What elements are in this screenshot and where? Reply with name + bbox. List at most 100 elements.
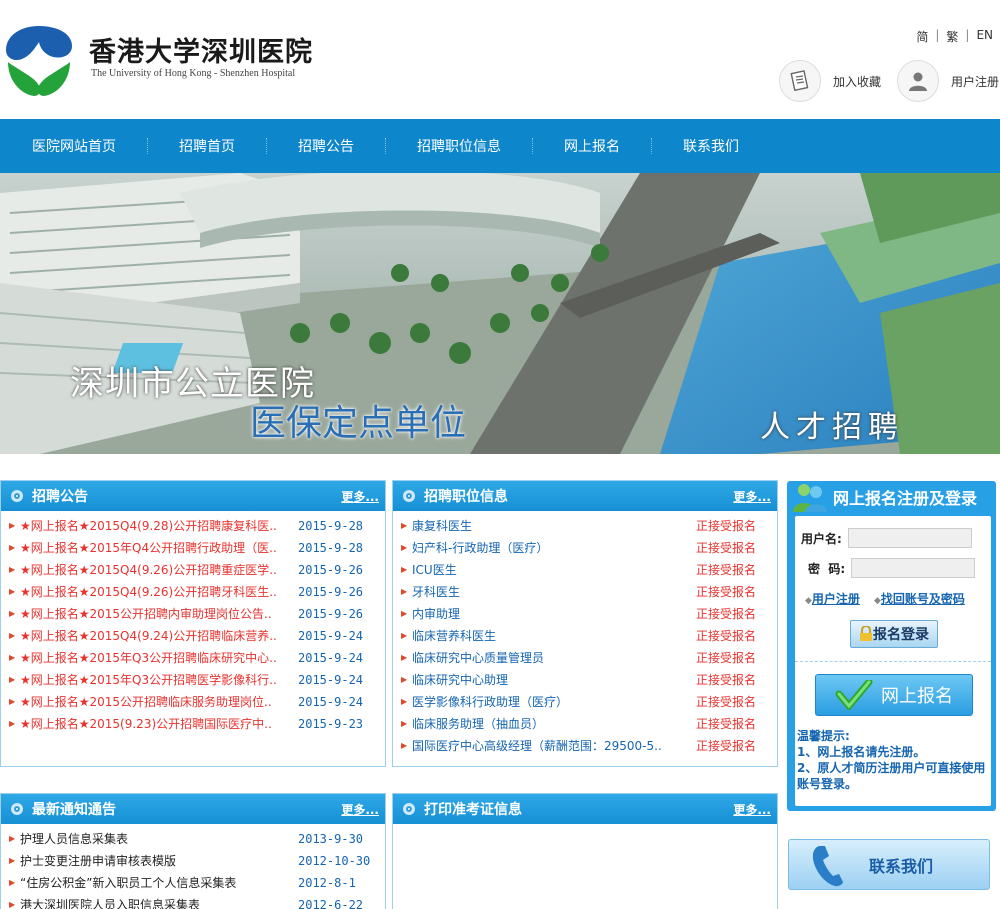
lang-english[interactable]: EN	[969, 28, 1000, 45]
list-item[interactable]: ▶ 港大深圳医院人员入职信息采集表 2012-6-22	[9, 894, 385, 909]
page: 香港大学深圳医院 The University of Hong Kong - S…	[0, 0, 1000, 909]
nav-online-apply[interactable]: 网上报名	[547, 136, 637, 156]
admission-header: 打印准考证信息 更多...	[393, 794, 777, 824]
list-item[interactable]: ▶ 临床研究中心助理 正接受报名	[401, 669, 777, 691]
list-item[interactable]: ▶ 国际医疗中心高级经理（薪酬范围：29500-5.. 正接受报名	[401, 735, 777, 757]
list-item[interactable]: ▶ ★网上报名★2015年Q3公开招聘临床研究中心.. 2015-9-24	[9, 647, 385, 669]
arrow-icon: ▶	[401, 653, 408, 662]
arrow-icon: ▶	[401, 521, 408, 530]
password-input[interactable]	[851, 558, 976, 578]
arrow-icon: ▶	[401, 719, 408, 728]
arrow-icon: ▶	[9, 834, 16, 843]
arrow-icon: ▶	[9, 587, 16, 596]
register-link[interactable]: 用户注册	[812, 592, 860, 606]
login-links: ◆用户注册 ◆找回账号及密码	[805, 590, 965, 607]
admission-more-link[interactable]: 更多...	[733, 801, 771, 818]
list-item[interactable]: ▶ 临床营养科医生 正接受报名	[401, 625, 777, 647]
arrow-icon: ▶	[401, 675, 408, 684]
contact-label: 联系我们	[869, 856, 934, 876]
announcements-header: 招聘公告 更多...	[1, 481, 385, 511]
recover-link[interactable]: 找回账号及密码	[881, 592, 965, 606]
arrow-icon: ▶	[401, 741, 408, 750]
list-item[interactable]: ▶ 护理人员信息采集表 2013-9-30	[9, 828, 385, 850]
username-input[interactable]	[847, 528, 972, 548]
register-button[interactable]: 用户注册	[897, 60, 999, 102]
notices-list: ▶ 护理人员信息采集表 2013-9-30 ▶ 护士变更注册申请审核表模版 2012-1…	[1, 824, 385, 909]
arrow-icon: ▶	[401, 697, 408, 706]
username-row: 用户名:	[801, 528, 972, 548]
arrow-icon: ▶	[9, 697, 16, 706]
notices-header: 最新通知通告 更多...	[1, 794, 385, 824]
list-item[interactable]: ▶ ★网上报名★2015(9.23)公开招聘国际医疗中.. 2015-9-23	[9, 713, 385, 735]
list-item[interactable]: ▶ 康复科医生 正接受报名	[401, 515, 777, 537]
nav-recruit-home[interactable]: 招聘首页	[162, 136, 252, 156]
list-item[interactable]: ▶ 牙科医生 正接受报名	[401, 581, 777, 603]
nav-divider	[266, 138, 267, 154]
list-item[interactable]: ▶ ★网上报名★2015Q4(9.26)公开招聘重症医学.. 2015-9-26	[9, 559, 385, 581]
bullet-icon	[403, 803, 415, 815]
brand-name-en: The University of Hong Kong - Shenzhen H…	[91, 68, 296, 79]
list-item[interactable]: ▶ ★网上报名★2015Q4(9.26)公开招聘牙科医生.. 2015-9-26	[9, 581, 385, 603]
list-item[interactable]: ▶ 内审助理 正接受报名	[401, 603, 777, 625]
phone-icon	[812, 845, 843, 886]
list-item[interactable]: ▶ ★网上报名★2015Q4(9.28)公开招聘康复科医.. 2015-9-28	[9, 515, 385, 537]
bookmark-label: 加入收藏	[833, 74, 882, 89]
list-item[interactable]: ▶ 医学影像科行政助理（医疗） 正接受报名	[401, 691, 777, 713]
list-item[interactable]: ▶ ★网上报名★2015公开招聘内审助理岗位公告.. 2015-9-26	[9, 603, 385, 625]
tips-title: 温馨提示:	[797, 729, 850, 743]
list-item[interactable]: ▶ 护士变更注册申请审核表模版 2012-10-30	[9, 850, 385, 872]
hospital-logo	[6, 26, 72, 96]
arrow-icon: ▶	[9, 653, 16, 662]
username-label: 用户名:	[801, 531, 842, 546]
bullet-icon	[11, 490, 23, 502]
contact-button[interactable]: 联系我们	[788, 839, 990, 890]
login-box: 网上报名注册及登录 用户名: 密 码: ◆用户注册 ◆找回账号及密码 报名登录	[787, 481, 996, 811]
online-apply-button[interactable]: 网上报名	[815, 674, 973, 716]
positions-list: ▶ 康复科医生 正接受报名 ▶ 妇产科-行政助理（医疗） 正接受报名 ▶ ICU医生 正接受…	[393, 511, 777, 757]
lock-icon	[860, 626, 872, 641]
list-item[interactable]: ▶ 妇产科-行政助理（医疗） 正接受报名	[401, 537, 777, 559]
lang-traditional[interactable]: 繁	[939, 28, 965, 45]
nav-hospital-home[interactable]: 医院网站首页	[15, 136, 133, 156]
list-item[interactable]: ▶ ICU医生 正接受报名	[401, 559, 777, 581]
positions-header: 招聘职位信息 更多...	[393, 481, 777, 511]
login-header: 网上报名注册及登录	[787, 481, 996, 513]
list-item[interactable]: ▶ ★网上报名★2015年Q4公开招聘行政助理（医.. 2015-9-28	[9, 537, 385, 559]
announcements-panel: 招聘公告 更多... ▶ ★网上报名★2015Q4(9.28)公开招聘康复科医..…	[0, 480, 386, 767]
positions-more-link[interactable]: 更多...	[733, 488, 771, 505]
login-body: 用户名: 密 码: ◆用户注册 ◆找回账号及密码 报名登录 网上报名 温馨提示:…	[795, 516, 991, 806]
login-title: 网上报名注册及登录	[833, 489, 978, 508]
tip-1: 1、网上报名请先注册。	[797, 745, 926, 759]
arrow-icon: ▶	[9, 878, 16, 887]
nav-contact[interactable]: 联系我们	[666, 136, 756, 156]
list-item[interactable]: ▶ “住房公积金”新入职员工个人信息采集表 2012-8-1	[9, 872, 385, 894]
announcements-more-link[interactable]: 更多...	[341, 488, 379, 505]
lang-simplified[interactable]: 简	[909, 28, 935, 45]
list-item[interactable]: ▶ ★网上报名★2015年Q3公开招聘医学影像科行.. 2015-9-24	[9, 669, 385, 691]
list-item[interactable]: ▶ 临床服务助理（抽血员） 正接受报名	[401, 713, 777, 735]
list-item[interactable]: ▶ ★网上报名★2015公开招聘临床服务助理岗位.. 2015-9-24	[9, 691, 385, 713]
nav-recruit-notice[interactable]: 招聘公告	[281, 136, 371, 156]
nav-divider	[385, 138, 386, 154]
header: 香港大学深圳医院 The University of Hong Kong - S…	[0, 0, 1000, 119]
bullet-icon	[403, 490, 415, 502]
brand-name-cn: 香港大学深圳医院	[89, 37, 313, 68]
list-item[interactable]: ▶ ★网上报名★2015Q4(9.24)公开招聘临床营养.. 2015-9-24	[9, 625, 385, 647]
bullet-icon	[11, 803, 23, 815]
language-switcher: 简 | 繁 | EN	[909, 28, 1000, 45]
login-button[interactable]: 报名登录	[850, 620, 938, 648]
arrow-icon: ▶	[401, 631, 408, 640]
notices-title: 最新通知通告	[32, 802, 116, 818]
tips: 温馨提示: 1、网上报名请先注册。 2、原人才简历注册用户可直接使用账号登录。	[797, 728, 989, 792]
main-nav: 医院网站首页 招聘首页 招聘公告 招聘职位信息 网上报名 联系我们	[0, 119, 1000, 173]
list-item[interactable]: ▶ 临床研究中心质量管理员 正接受报名	[401, 647, 777, 669]
arrow-icon: ▶	[401, 587, 408, 596]
notices-more-link[interactable]: 更多...	[341, 801, 379, 818]
notices-panel: 最新通知通告 更多... ▶ 护理人员信息采集表 2013-9-30 ▶ 护士变更注册…	[0, 793, 386, 909]
arrow-icon: ▶	[9, 719, 16, 728]
bookmark-button[interactable]: 加入收藏	[779, 60, 881, 102]
nav-positions[interactable]: 招聘职位信息	[400, 136, 518, 156]
tip-2: 2、原人才简历注册用户可直接使用账号登录。	[797, 761, 986, 791]
arrow-icon: ▶	[9, 543, 16, 552]
password-label: 密 码:	[808, 561, 846, 576]
